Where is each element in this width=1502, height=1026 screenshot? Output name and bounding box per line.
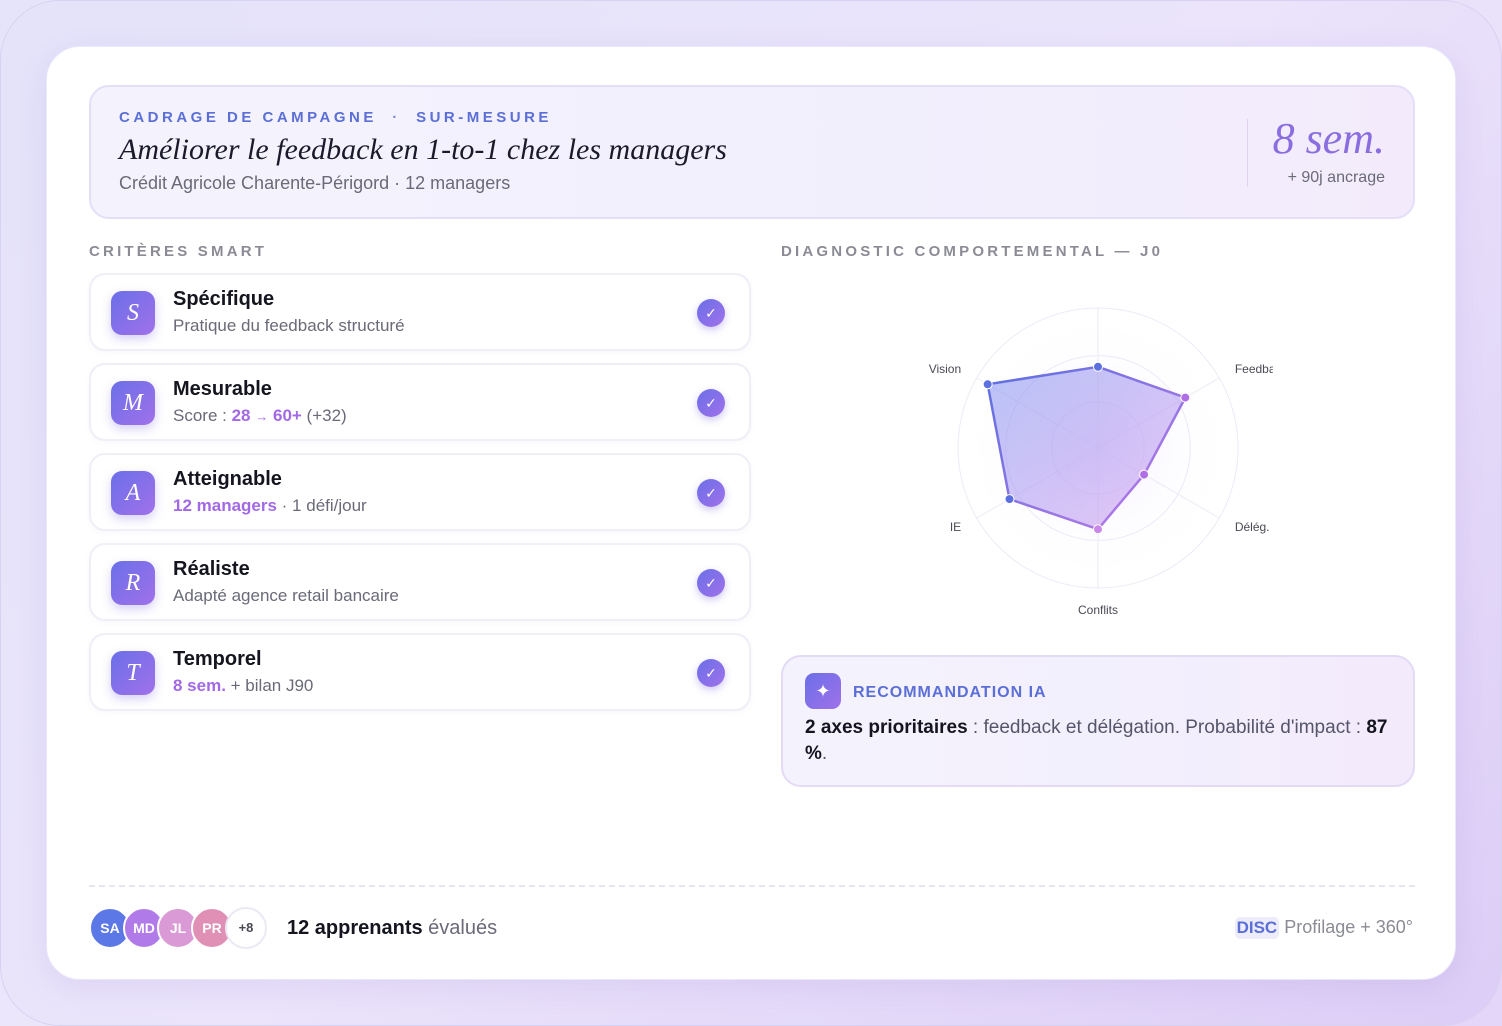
- score-to: 60+: [272, 406, 302, 425]
- campaign-anchor: + 90j ancrage: [1287, 169, 1385, 186]
- campaign-card: CADRAGE DE CAMPAGNE · SUR-MESURE Amélior…: [46, 46, 1456, 980]
- smart-item-title: Temporel: [173, 648, 262, 670]
- radar-point: [982, 379, 993, 390]
- campaign-duration: 8 sem.: [1272, 114, 1385, 163]
- smart-item-desc: 12 managers · 1 défi/jour: [173, 496, 367, 516]
- campaign-title: Améliorer le feedback en 1-to-1 chez les…: [119, 133, 727, 166]
- smart-item-specifique[interactable]: S Spécifique Pratique du feedback struct…: [89, 273, 751, 351]
- campaign-subtitle: Crédit Agricole Charente-Périgord · 12 m…: [119, 173, 511, 193]
- recommendation-lead: 2 axes prioritaires: [805, 717, 968, 738]
- learners-count: 12 apprenants évalués: [287, 917, 497, 940]
- radar-point: [1004, 494, 1015, 505]
- radar-axis-label: Vision: [929, 362, 961, 376]
- smart-item-title: Spécifique: [173, 288, 275, 310]
- smart-item-desc: Adapté agence retail bancaire: [173, 586, 399, 605]
- recommendation-text: 2 axes prioritaires : feedback et déléga…: [805, 715, 1395, 767]
- radar-axis-label: Feedba: [1235, 362, 1273, 376]
- smart-item-title: Réaliste: [173, 558, 250, 580]
- smart-item-title: Atteignable: [173, 468, 282, 490]
- radar-axis-label: Délég.: [1235, 520, 1270, 534]
- smart-letter-badge: A: [111, 471, 155, 515]
- radar-point: [1139, 469, 1150, 480]
- arrow-right-icon: →: [255, 409, 269, 424]
- check-icon: ✓: [697, 479, 725, 507]
- smart-item-desc: 8 sem. + bilan J90: [173, 676, 313, 696]
- smart-letter-badge: T: [111, 651, 155, 695]
- eyebrow-label: CADRAGE DE CAMPAGNE: [119, 109, 377, 126]
- disc-badge: DISC: [1234, 917, 1280, 939]
- learners-rest: évalués: [422, 917, 498, 939]
- eyebrow-separator: ·: [392, 109, 401, 126]
- score-from: 28: [231, 406, 251, 425]
- eyebrow-tag: SUR-MESURE: [416, 109, 552, 126]
- smart-letter-badge: M: [111, 381, 155, 425]
- header-divider: [1247, 119, 1248, 187]
- diagnostic-section-label: DIAGNOSTIC COMPORTEMENTAL — J0: [781, 243, 1164, 260]
- smart-item-title: Mesurable: [173, 378, 272, 400]
- footer-divider: [89, 885, 1415, 887]
- learners-bold: 12 apprenants: [287, 917, 423, 939]
- smart-item-temporel[interactable]: T Temporel 8 sem. + bilan J90 ✓: [89, 633, 751, 711]
- ai-recommendation: ✦ RECOMMANDATION IA 2 axes prioritaires …: [781, 655, 1415, 787]
- radar-axis-label: Conflits: [1078, 603, 1118, 617]
- managers-count: 12 managers: [173, 496, 277, 515]
- smart-item-desc: Pratique du feedback structuré: [173, 316, 405, 335]
- sparkle-icon: ✦: [805, 673, 841, 709]
- radar-axis-label: IE: [950, 520, 961, 534]
- smart-section-label: CRITÈRES SMART: [89, 243, 268, 260]
- campaign-eyebrow: CADRAGE DE CAMPAGNE · SUR-MESURE: [119, 109, 552, 126]
- profiling-text: Profilage + 360°: [1279, 917, 1413, 937]
- recommendation-end: .: [821, 743, 828, 764]
- score-delta: (+32): [301, 406, 347, 425]
- recommendation-label: RECOMMANDATION IA: [853, 684, 1047, 701]
- radar-point: [1093, 361, 1103, 372]
- smart-letter-badge: S: [111, 291, 155, 335]
- smart-criteria-list: S Spécifique Pratique du feedback struct…: [89, 273, 751, 723]
- smart-item-atteignable[interactable]: A Atteignable 12 managers · 1 défi/jour …: [89, 453, 751, 531]
- radar-point: [1093, 524, 1103, 535]
- duration-accent: 8 sem.: [173, 676, 226, 695]
- smart-item-mesurable[interactable]: M Mesurable Score : 28 → 60+ (+32) ✓: [89, 363, 751, 441]
- radar-point: [1180, 392, 1191, 403]
- profiling-info: DISC Profilage + 360°: [1234, 917, 1413, 939]
- smart-item-realiste[interactable]: R Réaliste Adapté agence retail bancaire…: [89, 543, 751, 621]
- review-note: + bilan J90: [225, 676, 314, 695]
- check-icon: ✓: [697, 569, 725, 597]
- smart-item-desc: Score : 28 → 60+ (+32): [173, 406, 347, 426]
- learner-avatars[interactable]: SA MD JL PR +8: [89, 907, 273, 949]
- smart-letter-badge: R: [111, 561, 155, 605]
- more-avatars-badge[interactable]: +8: [225, 907, 267, 949]
- check-icon: ✓: [697, 299, 725, 327]
- radar-chart: PostureFeedbaDélég.ConflitsIEVision: [929, 307, 1273, 617]
- daily-challenge: · 1 défi/jour: [276, 496, 367, 515]
- recommendation-body: : feedback et délégation. Probabilité d'…: [967, 717, 1367, 738]
- check-icon: ✓: [697, 389, 725, 417]
- check-icon: ✓: [697, 659, 725, 687]
- campaign-header: CADRAGE DE CAMPAGNE · SUR-MESURE Amélior…: [89, 85, 1415, 219]
- score-prefix: Score :: [173, 406, 232, 425]
